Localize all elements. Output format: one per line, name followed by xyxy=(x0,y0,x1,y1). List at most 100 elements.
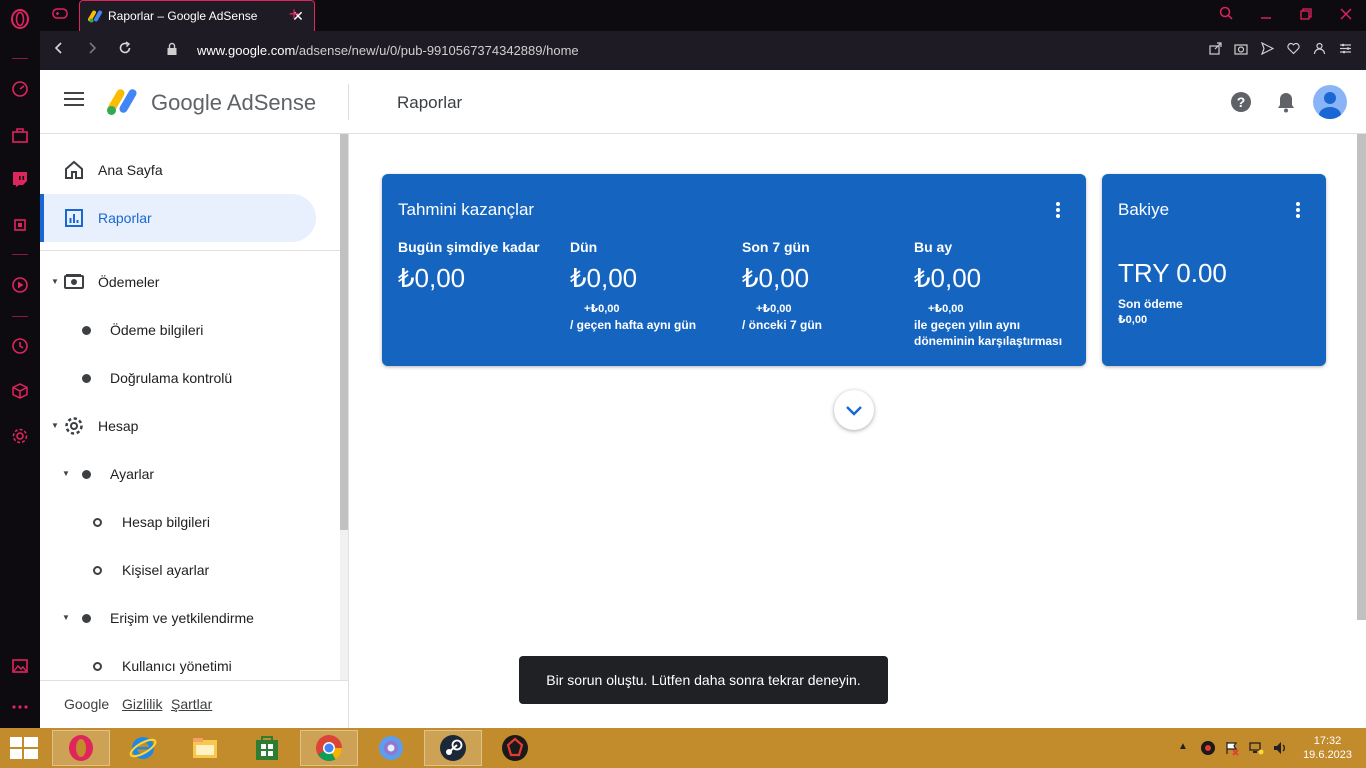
taskbar-file-explorer[interactable] xyxy=(176,730,234,766)
gear-icon xyxy=(65,417,83,435)
gallery-icon[interactable] xyxy=(10,657,30,677)
nav-item-label: Raporlar xyxy=(98,210,152,226)
cpu-icon[interactable] xyxy=(10,216,30,236)
store-icon[interactable] xyxy=(10,126,30,146)
gamepad-icon[interactable] xyxy=(52,7,68,24)
main-scrollbar[interactable] xyxy=(1357,134,1366,620)
earnings-card: Tahmini kazançlar Bugün şimdiye kadar ₺0… xyxy=(382,174,1086,366)
balance-card: Bakiye TRY 0.00 Son ödeme ₺0,00 xyxy=(1102,174,1326,366)
nav-item-payment-info[interactable]: Ödeme bilgileri xyxy=(40,306,330,354)
adsense-page: Google AdSense Raporlar ? Ana Sayfa Rapo… xyxy=(40,70,1366,728)
search-tabs-icon[interactable] xyxy=(1206,0,1246,31)
url-field[interactable]: www.google.com/adsense/new/u/0/pub-99105… xyxy=(197,43,579,58)
reload-icon[interactable] xyxy=(114,40,136,62)
tray-volume-icon[interactable] xyxy=(1272,740,1288,756)
nav-item-account[interactable]: ▼ Hesap xyxy=(40,402,330,450)
help-icon[interactable]: ? xyxy=(1231,92,1251,112)
metric-delta: +₺0,00 xyxy=(584,303,620,315)
avatar[interactable] xyxy=(1313,85,1347,119)
history-icon[interactable] xyxy=(10,337,30,357)
easy-setup-icon[interactable] xyxy=(1334,40,1356,62)
extensions-cube-icon[interactable] xyxy=(10,382,30,402)
address-bar-actions xyxy=(1204,40,1356,62)
sidebar-separator xyxy=(12,254,28,255)
taskbar-chrome[interactable] xyxy=(300,730,358,766)
caret-down-icon[interactable]: ▼ xyxy=(51,421,59,430)
sidebar-separator xyxy=(12,316,28,317)
bullet-dot xyxy=(82,374,91,383)
speed-dial-icon[interactable] xyxy=(10,80,30,100)
twitch-icon[interactable] xyxy=(10,170,30,190)
restore-icon[interactable] xyxy=(1286,0,1326,31)
notifications-bell-icon[interactable] xyxy=(1276,91,1296,113)
more-dots-icon[interactable] xyxy=(10,698,30,718)
system-tray: ▲ xyxy=(1170,728,1300,768)
nav-item-verification[interactable]: Doğrulama kontrolü xyxy=(40,354,330,402)
nav-item-user-management[interactable]: Kullanıcı yönetimi xyxy=(40,642,330,680)
metric-delta: +₺0,00 xyxy=(756,303,792,315)
nav-item-access[interactable]: ▼ Erişim ve yetkilendirme xyxy=(40,594,330,642)
more-vert-icon[interactable] xyxy=(1056,202,1060,218)
caret-down-icon[interactable]: ▼ xyxy=(62,469,70,478)
more-vert-icon[interactable] xyxy=(1296,202,1300,218)
taskbar-store[interactable] xyxy=(238,730,296,766)
balance-card-title: Bakiye xyxy=(1118,200,1170,219)
taskbar-internet-explorer[interactable] xyxy=(114,730,172,766)
nav-scrollbar-thumb[interactable] xyxy=(340,134,348,530)
caret-down-icon[interactable]: ▼ xyxy=(51,277,59,286)
taskbar-browser[interactable] xyxy=(362,730,420,766)
nav-scrollbar[interactable] xyxy=(340,134,348,680)
payments-icon xyxy=(64,274,84,289)
window-controls xyxy=(1206,0,1366,31)
lock-icon[interactable] xyxy=(165,42,179,56)
tray-flag-icon[interactable] xyxy=(1224,740,1240,756)
expand-button[interactable] xyxy=(834,390,874,430)
opera-sidebar xyxy=(0,0,40,728)
nav-item-personal-settings[interactable]: Kişisel ayarlar xyxy=(40,546,330,594)
metric-last-7-days: Son 7 gün ₺0,00 +₺0,00 / önceki 7 gün xyxy=(742,239,907,333)
privacy-link[interactable]: Gizlilik xyxy=(122,696,162,712)
balance-value: TRY 0.00 xyxy=(1118,258,1227,288)
folder-icon xyxy=(193,738,217,758)
profile-icon[interactable] xyxy=(1308,40,1330,62)
new-tab-button[interactable]: + xyxy=(284,4,304,25)
tray-network-icon[interactable] xyxy=(1248,740,1264,756)
bullet-ring xyxy=(93,518,102,527)
bullet-dot xyxy=(82,470,91,479)
brand-name: Google AdSense xyxy=(151,90,317,115)
security-app-icon xyxy=(502,735,528,761)
back-icon[interactable] xyxy=(48,40,70,62)
nav-item-home[interactable]: Ana Sayfa xyxy=(40,146,330,194)
sidebar-border xyxy=(348,134,349,728)
settings-gear-icon[interactable] xyxy=(10,427,30,447)
player-icon[interactable] xyxy=(10,276,30,296)
nav-item-settings[interactable]: ▼ Ayarlar xyxy=(40,450,330,498)
tray-expand-icon[interactable]: ▲ xyxy=(1178,741,1188,752)
tray-security-icon[interactable] xyxy=(1200,740,1216,756)
taskbar-security-app[interactable] xyxy=(486,730,544,766)
nav-item-label: Erişim ve yetkilendirme xyxy=(110,610,254,626)
caret-down-icon[interactable]: ▼ xyxy=(62,613,70,622)
nav-item-payments[interactable]: ▼ Ödemeler xyxy=(40,258,330,306)
heart-icon[interactable] xyxy=(1282,40,1304,62)
camera-icon[interactable] xyxy=(1230,40,1252,62)
nav-item-account-info[interactable]: Hesap bilgileri xyxy=(40,498,330,546)
taskbar-steam[interactable] xyxy=(424,730,482,766)
forward-icon[interactable] xyxy=(81,40,103,62)
metric-label: Bu ay xyxy=(914,239,953,255)
terms-link[interactable]: Şartlar xyxy=(171,696,212,712)
menu-icon[interactable] xyxy=(64,92,84,112)
minimize-icon[interactable] xyxy=(1246,0,1286,31)
metric-label: Dün xyxy=(570,239,598,255)
windows-start-icon[interactable] xyxy=(10,737,38,759)
adsense-favicon-icon xyxy=(88,10,102,23)
taskbar-opera[interactable] xyxy=(52,730,110,766)
taskbar-clock[interactable]: 17:32 19.6.2023 xyxy=(1303,734,1352,762)
opera-logo-icon[interactable] xyxy=(10,9,30,29)
send-icon[interactable] xyxy=(1256,40,1278,62)
browser-tab-adsense[interactable]: Raporlar – Google AdSense ✕ xyxy=(79,0,315,31)
share-icon[interactable] xyxy=(1204,40,1226,62)
close-window-icon[interactable] xyxy=(1326,0,1366,31)
nav-item-reports[interactable]: Raporlar xyxy=(40,194,316,242)
metric-value: ₺0,00 xyxy=(570,263,638,293)
